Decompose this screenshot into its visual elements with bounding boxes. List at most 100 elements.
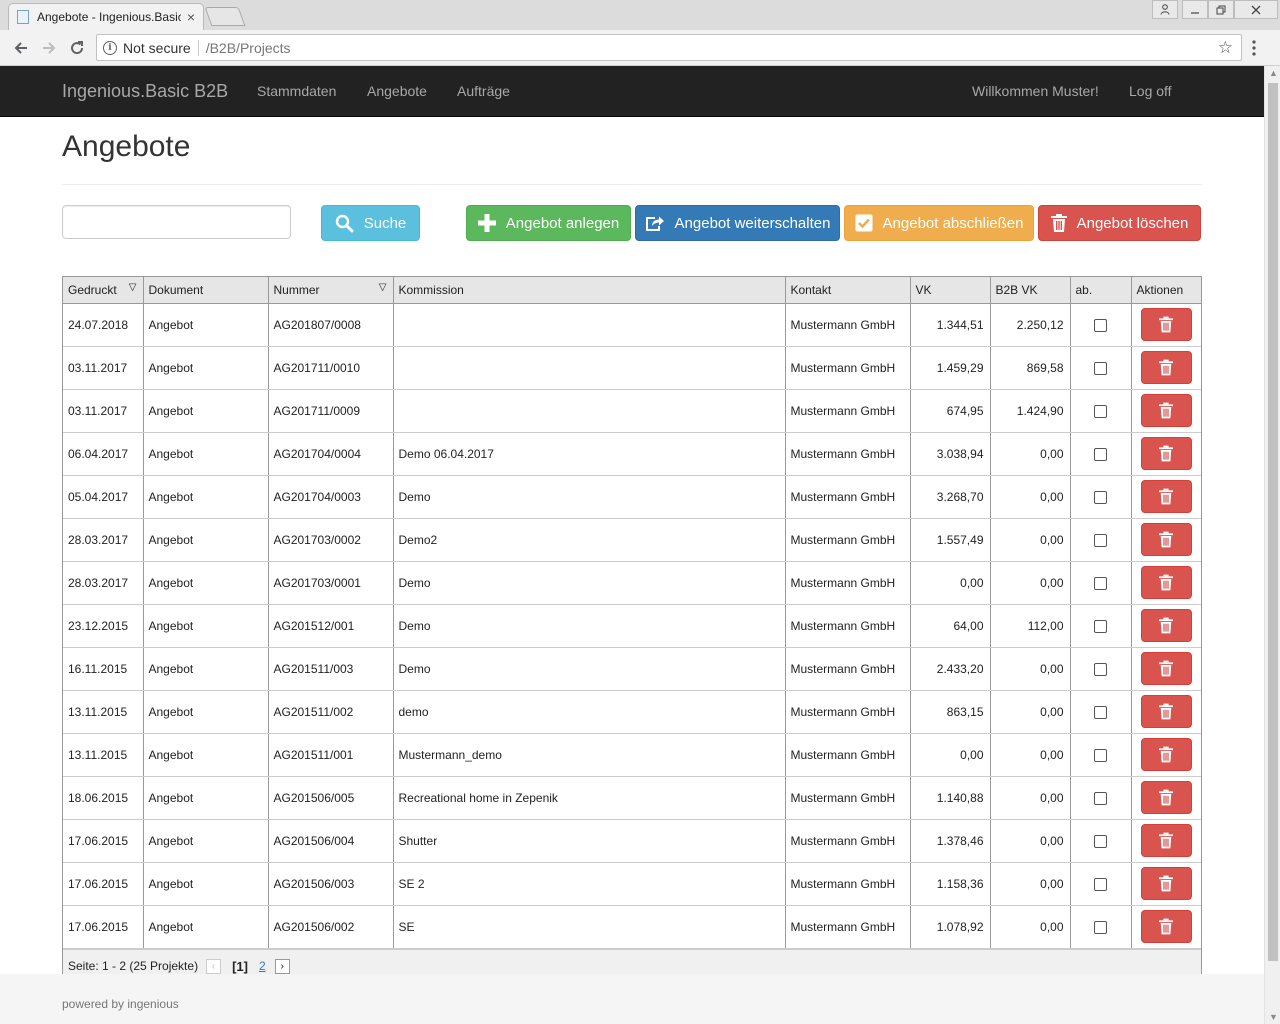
pager-prev-icon[interactable]: ‹ <box>206 958 222 974</box>
new-tab-button[interactable] <box>204 7 246 26</box>
table-row[interactable]: 16.11.2015 Angebot AG201511/003 Demo Musterm… <box>63 647 1201 691</box>
table-row[interactable]: 17.06.2015 Angebot AG201506/002 SE Musterman… <box>63 905 1201 949</box>
completed-checkbox[interactable] <box>1094 404 1107 418</box>
tab-close-icon[interactable]: × <box>187 10 195 24</box>
column-header-kommission[interactable]: Kommission <box>393 277 786 304</box>
profile-icon[interactable] <box>1152 0 1178 19</box>
cell-printed-date: 23.12.2015 <box>63 604 144 648</box>
completed-checkbox[interactable] <box>1094 318 1107 332</box>
row-delete-button[interactable] <box>1140 867 1192 900</box>
nav-link-welcome[interactable]: Willkommen Muster! <box>972 83 1099 99</box>
completed-checkbox[interactable] <box>1094 447 1107 461</box>
cell-actions <box>1131 905 1201 949</box>
column-header-nummer[interactable]: Nummer ▽ <box>268 277 394 304</box>
forward-arrow-icon[interactable] <box>38 37 60 59</box>
completed-checkbox[interactable] <box>1094 361 1107 375</box>
scroll-up-icon[interactable]: ▲ <box>1269 68 1278 78</box>
info-icon[interactable]: i <box>103 40 117 55</box>
completed-checkbox[interactable] <box>1094 791 1107 805</box>
table-row[interactable]: 28.03.2017 Angebot AG201703/0001 Demo Muster… <box>63 561 1201 605</box>
completed-checkbox[interactable] <box>1094 490 1107 504</box>
scroll-down-icon[interactable]: ▼ <box>1269 1012 1278 1022</box>
table-row[interactable]: 17.06.2015 Angebot AG201506/004 Shutter Must… <box>63 819 1201 863</box>
row-delete-button[interactable] <box>1140 523 1192 556</box>
column-header-b2b-vk[interactable]: B2B VK <box>990 277 1071 304</box>
table-row[interactable]: 03.11.2017 Angebot AG201711/0009 Mustermann… <box>63 389 1201 433</box>
back-arrow-icon[interactable] <box>10 37 32 59</box>
window-close-icon[interactable] <box>1234 0 1278 19</box>
completed-checkbox[interactable] <box>1094 533 1107 547</box>
completed-checkbox[interactable] <box>1094 748 1107 762</box>
restore-icon[interactable] <box>1208 0 1234 19</box>
page-scrollbar[interactable]: ▲ ▼ <box>1264 66 1280 1024</box>
row-delete-button[interactable] <box>1140 695 1192 728</box>
table-row[interactable]: 13.11.2015 Angebot AG201511/001 Mustermann_… <box>63 733 1201 777</box>
row-delete-button[interactable] <box>1140 738 1192 771</box>
table-row[interactable]: 03.11.2017 Angebot AG201711/0010 Mustermann… <box>63 346 1201 390</box>
column-header-kontakt[interactable]: Kontakt <box>785 277 911 304</box>
row-delete-button[interactable] <box>1140 437 1192 470</box>
trash-icon <box>1159 875 1174 892</box>
row-delete-button[interactable] <box>1140 781 1192 814</box>
column-header-vk[interactable]: VK <box>910 277 991 304</box>
browser-tab[interactable]: Angebote - Ingenious.Basic B2B × <box>8 3 204 30</box>
row-delete-button[interactable] <box>1140 480 1192 513</box>
completed-checkbox[interactable] <box>1094 662 1107 676</box>
column-header-dokument[interactable]: Dokument <box>143 277 269 304</box>
table-row[interactable]: 17.06.2015 Angebot AG201506/003 SE 2 Musterm… <box>63 862 1201 906</box>
reload-icon[interactable] <box>66 37 88 59</box>
cell-contact: Mustermann GmbH <box>785 604 911 648</box>
row-delete-button[interactable] <box>1140 351 1192 384</box>
row-delete-button[interactable] <box>1140 394 1192 427</box>
column-header-gedruckt[interactable]: Gedruckt ▽ <box>63 277 144 304</box>
completed-checkbox[interactable] <box>1094 834 1107 848</box>
cell-printed-date: 28.03.2017 <box>63 518 144 562</box>
offers-table: Gedruckt ▽ Dokument Nummer ▽ Kommission Kontak… <box>63 277 1201 949</box>
browser-menu-icon[interactable] <box>1252 40 1256 60</box>
completed-checkbox[interactable] <box>1094 877 1107 891</box>
nav-link-auftraege[interactable]: Aufträge <box>457 83 510 99</box>
minimize-icon[interactable] <box>1182 0 1208 19</box>
create-offer-button[interactable]: Angebot anlegen <box>466 205 631 241</box>
search-button[interactable]: Suche <box>321 205 420 241</box>
row-delete-button[interactable] <box>1140 910 1192 943</box>
bookmark-star-icon[interactable]: ☆ <box>1218 38 1233 58</box>
nav-link-angebote[interactable]: Angebote <box>367 83 427 99</box>
row-delete-button[interactable] <box>1140 652 1192 685</box>
pager-next-icon[interactable]: › <box>274 958 290 974</box>
row-delete-button[interactable] <box>1140 308 1192 341</box>
table-row[interactable]: 18.06.2015 Angebot AG201506/005 Recreationa… <box>63 776 1201 820</box>
pager-page-link[interactable]: 2 <box>259 959 266 973</box>
table-row[interactable]: 06.04.2017 Angebot AG201704/0004 Demo 06.04… <box>63 432 1201 476</box>
row-delete-button[interactable] <box>1140 609 1192 642</box>
sort-descending-icon[interactable]: ▽ <box>129 282 137 293</box>
cell-completed <box>1070 647 1132 691</box>
address-separator <box>197 39 199 56</box>
row-delete-button[interactable] <box>1140 824 1192 857</box>
table-row[interactable]: 23.12.2015 Angebot AG201512/001 Demo Musterm… <box>63 604 1201 648</box>
column-header-aktionen[interactable]: Aktionen <box>1131 277 1201 304</box>
forward-offer-button[interactable]: Angebot weiterschalten <box>635 205 840 241</box>
completed-checkbox[interactable] <box>1094 705 1107 719</box>
cell-document: Angebot <box>143 647 269 691</box>
scrollbar-thumb[interactable] <box>1268 83 1278 961</box>
completed-checkbox[interactable] <box>1094 920 1107 934</box>
cell-printed-date: 17.06.2015 <box>63 905 144 949</box>
completed-checkbox[interactable] <box>1094 576 1107 590</box>
delete-offer-button[interactable]: Angebot löschen <box>1038 205 1201 241</box>
complete-offer-button[interactable]: Angebot abschließen <box>844 205 1034 241</box>
column-header-abgeschlossen[interactable]: ab. <box>1070 277 1132 304</box>
cell-commission: Demo <box>393 647 786 691</box>
nav-link-stammdaten[interactable]: Stammdaten <box>257 83 336 99</box>
completed-checkbox[interactable] <box>1094 619 1107 633</box>
sort-descending-icon[interactable]: ▽ <box>379 282 387 293</box>
table-row[interactable]: 05.04.2017 Angebot AG201704/0003 Demo Muster… <box>63 475 1201 519</box>
nav-link-logoff[interactable]: Log off <box>1129 83 1172 99</box>
table-row[interactable]: 13.11.2015 Angebot AG201511/002 demo Musterm… <box>63 690 1201 734</box>
row-delete-button[interactable] <box>1140 566 1192 599</box>
address-bar[interactable]: i Not secure /B2B/Projects ☆ <box>96 34 1242 61</box>
brand-link[interactable]: Ingenious.Basic B2B <box>62 81 228 102</box>
table-row[interactable]: 28.03.2017 Angebot AG201703/0002 Demo2 Muste… <box>63 518 1201 562</box>
search-input[interactable] <box>62 205 291 239</box>
table-row[interactable]: 24.07.2018 Angebot AG201807/0008 Mustermann… <box>63 303 1201 347</box>
